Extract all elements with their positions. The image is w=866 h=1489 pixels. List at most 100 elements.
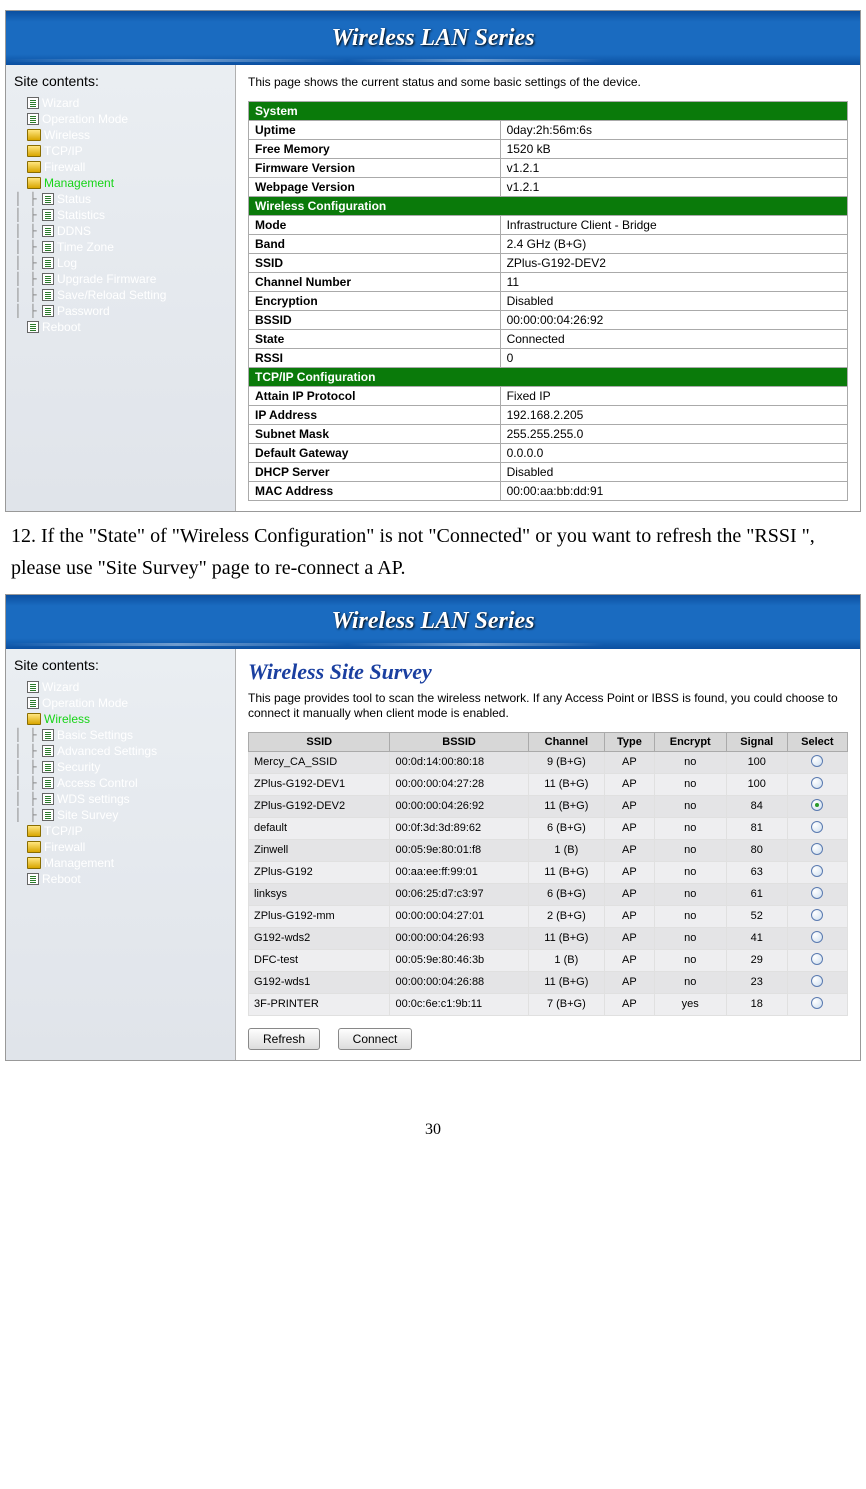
tree-item-operation-mode[interactable]: Operation Mode <box>10 111 231 127</box>
tree-item-advanced-settings[interactable]: │├Advanced Settings <box>10 743 231 759</box>
connect-button[interactable]: Connect <box>338 1028 413 1050</box>
page-icon <box>42 793 54 805</box>
tree-label: Save/Reload Setting <box>57 287 166 303</box>
select-radio[interactable] <box>811 931 823 943</box>
tree-item-wds-settings[interactable]: │├WDS settings <box>10 791 231 807</box>
status-table: SystemUptime0day:2h:56m:6sFree Memory152… <box>248 101 848 501</box>
page-icon <box>27 97 39 109</box>
tree-item-upgrade-firmware[interactable]: │├Upgrade Firmware <box>10 271 231 287</box>
folder-icon <box>27 841 41 853</box>
tree-item-operation-mode[interactable]: Operation Mode <box>10 695 231 711</box>
page-icon <box>42 273 54 285</box>
cell-channel: 11 (B+G) <box>528 971 604 993</box>
page-number: 30 <box>5 1121 861 1139</box>
tree-item-basic-settings[interactable]: │├Basic Settings <box>10 727 231 743</box>
cell-ssid: ZPlus-G192-DEV1 <box>249 773 390 795</box>
status-content: This page shows the current status and s… <box>236 65 860 511</box>
cell-encrypt: no <box>654 817 726 839</box>
select-radio[interactable] <box>811 843 823 855</box>
tree-item-security[interactable]: │├Security <box>10 759 231 775</box>
tree-label: Wireless <box>44 711 90 727</box>
folder-icon <box>27 129 41 141</box>
tree-label: Access Control <box>57 775 138 791</box>
cell-type: AP <box>605 795 655 817</box>
select-radio[interactable] <box>811 975 823 987</box>
banner-title: Wireless LAN Series <box>331 608 534 635</box>
tree-item-wizard[interactable]: Wizard <box>10 679 231 695</box>
select-radio[interactable] <box>811 777 823 789</box>
tree-item-firewall[interactable]: Firewall <box>10 839 231 855</box>
select-radio[interactable] <box>811 909 823 921</box>
cell-select <box>787 839 847 861</box>
cell-encrypt: no <box>654 773 726 795</box>
cell-type: AP <box>605 905 655 927</box>
page-icon <box>27 873 39 885</box>
tree-item-access-control[interactable]: │├Access Control <box>10 775 231 791</box>
select-radio[interactable] <box>811 865 823 877</box>
tree-item-tcp-ip[interactable]: TCP/IP <box>10 143 231 159</box>
select-radio[interactable] <box>811 997 823 1009</box>
cell-signal: 18 <box>726 993 787 1015</box>
status-row: ModeInfrastructure Client - Bridge <box>249 215 848 234</box>
survey-row: G192-wds200:00:00:04:26:9311 (B+G)APno41 <box>249 927 848 949</box>
cell-encrypt: no <box>654 839 726 861</box>
tree-item-ddns[interactable]: │├DDNS <box>10 223 231 239</box>
cell-encrypt: no <box>654 905 726 927</box>
cell-channel: 11 (B+G) <box>528 861 604 883</box>
tree-item-wizard[interactable]: Wizard <box>10 95 231 111</box>
cell-encrypt: no <box>654 795 726 817</box>
tree-item-management[interactable]: Management <box>10 855 231 871</box>
status-label: Encryption <box>249 291 501 310</box>
refresh-button[interactable]: Refresh <box>248 1028 320 1050</box>
cell-channel: 9 (B+G) <box>528 751 604 773</box>
tree-item-time-zone[interactable]: │├Time Zone <box>10 239 231 255</box>
sidebar-2: Site contents: WizardOperation ModeWirel… <box>6 649 236 1060</box>
tree-item-save-reload-setting[interactable]: │├Save/Reload Setting <box>10 287 231 303</box>
status-row: SSIDZPlus-G192-DEV2 <box>249 253 848 272</box>
tree-label: TCP/IP <box>44 823 83 839</box>
select-radio[interactable] <box>811 799 823 811</box>
tree-item-reboot[interactable]: Reboot <box>10 319 231 335</box>
cell-channel: 6 (B+G) <box>528 883 604 905</box>
status-row: StateConnected <box>249 329 848 348</box>
cell-type: AP <box>605 751 655 773</box>
status-row: Uptime0day:2h:56m:6s <box>249 120 848 139</box>
tree-item-status[interactable]: │├Status <box>10 191 231 207</box>
cell-ssid: ZPlus-G192-mm <box>249 905 390 927</box>
cell-bssid: 00:00:00:04:27:28 <box>390 773 528 795</box>
status-row: Webpage Versionv1.2.1 <box>249 177 848 196</box>
tree-item-reboot[interactable]: Reboot <box>10 871 231 887</box>
tree-label: Wizard <box>42 679 79 695</box>
tree-item-management[interactable]: Management <box>10 175 231 191</box>
select-radio[interactable] <box>811 821 823 833</box>
tree-item-wireless[interactable]: Wireless <box>10 127 231 143</box>
tree-label: Security <box>57 759 100 775</box>
col-select: Select <box>787 732 847 751</box>
status-value: Infrastructure Client - Bridge <box>500 215 847 234</box>
status-label: Band <box>249 234 501 253</box>
select-radio[interactable] <box>811 887 823 899</box>
status-label: Subnet Mask <box>249 424 501 443</box>
cell-encrypt: yes <box>654 993 726 1015</box>
tree-item-site-survey[interactable]: │├Site Survey <box>10 807 231 823</box>
cell-signal: 80 <box>726 839 787 861</box>
cell-signal: 100 <box>726 773 787 795</box>
survey-row: default00:0f:3d:3d:89:626 (B+G)APno81 <box>249 817 848 839</box>
tree-label: Statistics <box>57 207 105 223</box>
tree-item-firewall[interactable]: Firewall <box>10 159 231 175</box>
tree-label: WDS settings <box>57 791 130 807</box>
select-radio[interactable] <box>811 953 823 965</box>
cell-select <box>787 927 847 949</box>
status-row: Channel Number11 <box>249 272 848 291</box>
select-radio[interactable] <box>811 755 823 767</box>
status-value: 00:00:aa:bb:dd:91 <box>500 481 847 500</box>
cell-channel: 11 (B+G) <box>528 795 604 817</box>
tree-item-wireless[interactable]: Wireless <box>10 711 231 727</box>
tree-item-statistics[interactable]: │├Statistics <box>10 207 231 223</box>
status-row: Subnet Mask255.255.255.0 <box>249 424 848 443</box>
tree-label: Status <box>57 191 91 207</box>
tree-item-log[interactable]: │├Log <box>10 255 231 271</box>
tree-item-password[interactable]: │├Password <box>10 303 231 319</box>
tree-item-tcp-ip[interactable]: TCP/IP <box>10 823 231 839</box>
cell-ssid: ZPlus-G192-DEV2 <box>249 795 390 817</box>
